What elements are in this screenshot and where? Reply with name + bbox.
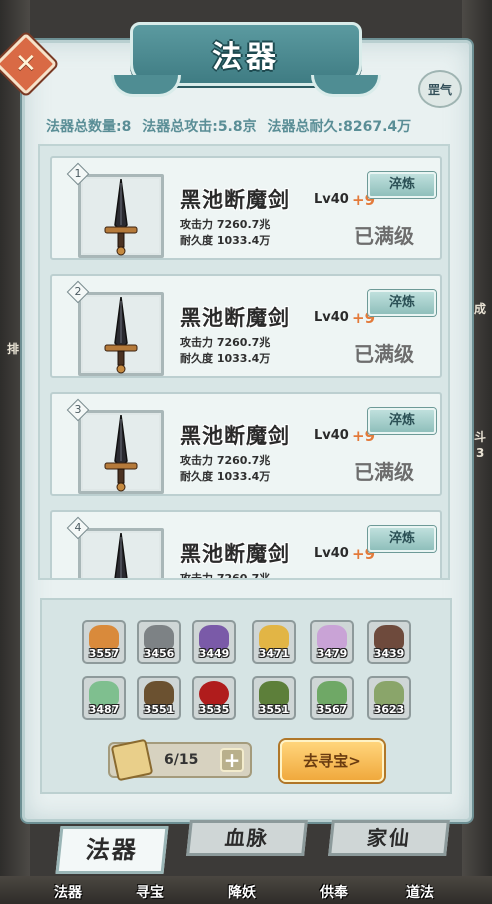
title-banner: 法器	[111, 22, 381, 97]
attack-stat: 攻击力 7260.7兆	[180, 572, 271, 580]
total-count: 法器总数量:8	[46, 119, 132, 135]
artifact-icon-frame	[78, 528, 164, 578]
scroll-map-icon	[110, 738, 154, 782]
nav-artifacts[interactable]: 法器	[54, 882, 82, 902]
sword-icon	[104, 179, 138, 256]
total-durability: 法器总耐久:8267.4万	[267, 119, 412, 135]
stone-gray-icon[interactable]: 3456	[137, 620, 181, 664]
attack-stat: 攻击力 7260.7兆	[180, 218, 271, 231]
artifact-name: 黑池断魔剑	[180, 542, 290, 566]
artifact-card[interactable]: 1 黑池断魔剑 Lv40 +9 淬炼 攻击力 7260.7兆 耐久度 1033.…	[50, 156, 442, 260]
artifact-icon-frame	[78, 292, 164, 376]
gold-nugget-icon[interactable]: 3471	[252, 620, 296, 664]
durability-stat: 耐久度 1033.4万	[180, 234, 271, 247]
potion-pink-icon[interactable]: 3479	[310, 620, 354, 664]
bamboo-icon[interactable]: 3567	[310, 676, 354, 720]
artifact-card[interactable]: 4 黑池断魔剑 Lv40 +9 淬炼 攻击力 7260.7兆	[50, 510, 442, 580]
artifact-card[interactable]: 2 黑池断魔剑 Lv40 +9 淬炼 攻击力 7260.7兆 耐久度 1033.…	[50, 274, 442, 378]
add-map-button[interactable]: +	[220, 748, 244, 772]
side-label: 成	[474, 302, 487, 316]
page-title: 法器	[212, 40, 280, 75]
nav-treasure[interactable]: 寻宝	[136, 882, 164, 902]
artifact-level: Lv40	[314, 192, 349, 207]
max-level-label: 已满级	[354, 342, 414, 366]
summary-stats: 法器总数量:8 法器总攻击:5.8京 法器总耐久:8267.4万	[46, 116, 466, 136]
attack-stat: 攻击力 7260.7兆	[180, 454, 271, 467]
side-label: 斗	[474, 430, 487, 444]
artifact-icon-frame	[78, 410, 164, 494]
map-count: 6/15	[164, 752, 199, 768]
bottom-nav: 法器 寻宝 降妖 供奉 道法	[0, 876, 492, 904]
sword-icon	[104, 297, 138, 374]
tab-family-immortal[interactable]: 家仙	[328, 820, 450, 856]
side-label: 3	[476, 446, 485, 460]
aura-button[interactable]: 罡气	[418, 70, 462, 108]
artifact-level: Lv40	[314, 428, 349, 443]
refine-button[interactable]: 淬炼	[368, 172, 436, 198]
crystal-purple-icon[interactable]: 3449	[192, 620, 236, 664]
close-x-icon: ✕	[15, 48, 37, 79]
sword-icon	[104, 415, 138, 492]
tree-sprout-icon[interactable]: 3551	[252, 676, 296, 720]
nav-dharma[interactable]: 道法	[406, 882, 434, 902]
artifact-level: Lv40	[314, 546, 349, 561]
jade-herb-icon[interactable]: 3487	[82, 676, 126, 720]
artifact-name: 黑池断魔剑	[180, 424, 290, 448]
cloud-ornament-right	[311, 75, 381, 97]
artifact-icon-frame	[78, 174, 164, 258]
dirt-pile-icon[interactable]: 3439	[367, 620, 411, 664]
refine-button[interactable]: 淬炼	[368, 290, 436, 316]
total-attack: 法器总攻击:5.8京	[142, 119, 257, 135]
artifact-card[interactable]: 3 黑池断魔剑 Lv40 +9 淬炼 攻击力 7260.7兆 耐久度 1033.…	[50, 392, 442, 496]
spider-herb-icon[interactable]: 3623	[367, 676, 411, 720]
artifact-list[interactable]: 1 黑池断魔剑 Lv40 +9 淬炼 攻击力 7260.7兆 耐久度 1033.…	[38, 144, 450, 580]
artifact-level: Lv40	[314, 310, 349, 325]
side-label: 排	[7, 342, 20, 356]
seek-treasure-button[interactable]: 去寻宝>	[280, 740, 384, 782]
sword-icon	[114, 533, 128, 578]
nav-offering[interactable]: 供奉	[320, 882, 348, 902]
nav-demon[interactable]: 降妖	[228, 882, 256, 902]
refine-button[interactable]: 淬炼	[368, 408, 436, 434]
tab-bloodline[interactable]: 血脉	[186, 820, 308, 856]
max-level-label: 已满级	[354, 460, 414, 484]
cloud-ornament-left	[111, 75, 181, 97]
refine-button[interactable]: 淬炼	[368, 526, 436, 552]
durability-stat: 耐久度 1033.4万	[180, 352, 271, 365]
wood-log-icon[interactable]: 3551	[137, 676, 181, 720]
durability-stat: 耐久度 1033.4万	[180, 470, 271, 483]
ore-orange-icon[interactable]: 3557	[82, 620, 126, 664]
artifact-name: 黑池断魔剑	[180, 188, 290, 212]
tab-artifacts[interactable]: 法器	[55, 826, 169, 874]
artifact-name: 黑池断魔剑	[180, 306, 290, 330]
attack-stat: 攻击力 7260.7兆	[180, 336, 271, 349]
treasure-map-counter: 6/15 +	[108, 738, 252, 782]
max-level-label: 已满级	[354, 224, 414, 248]
red-orb-icon[interactable]: 3535	[192, 676, 236, 720]
